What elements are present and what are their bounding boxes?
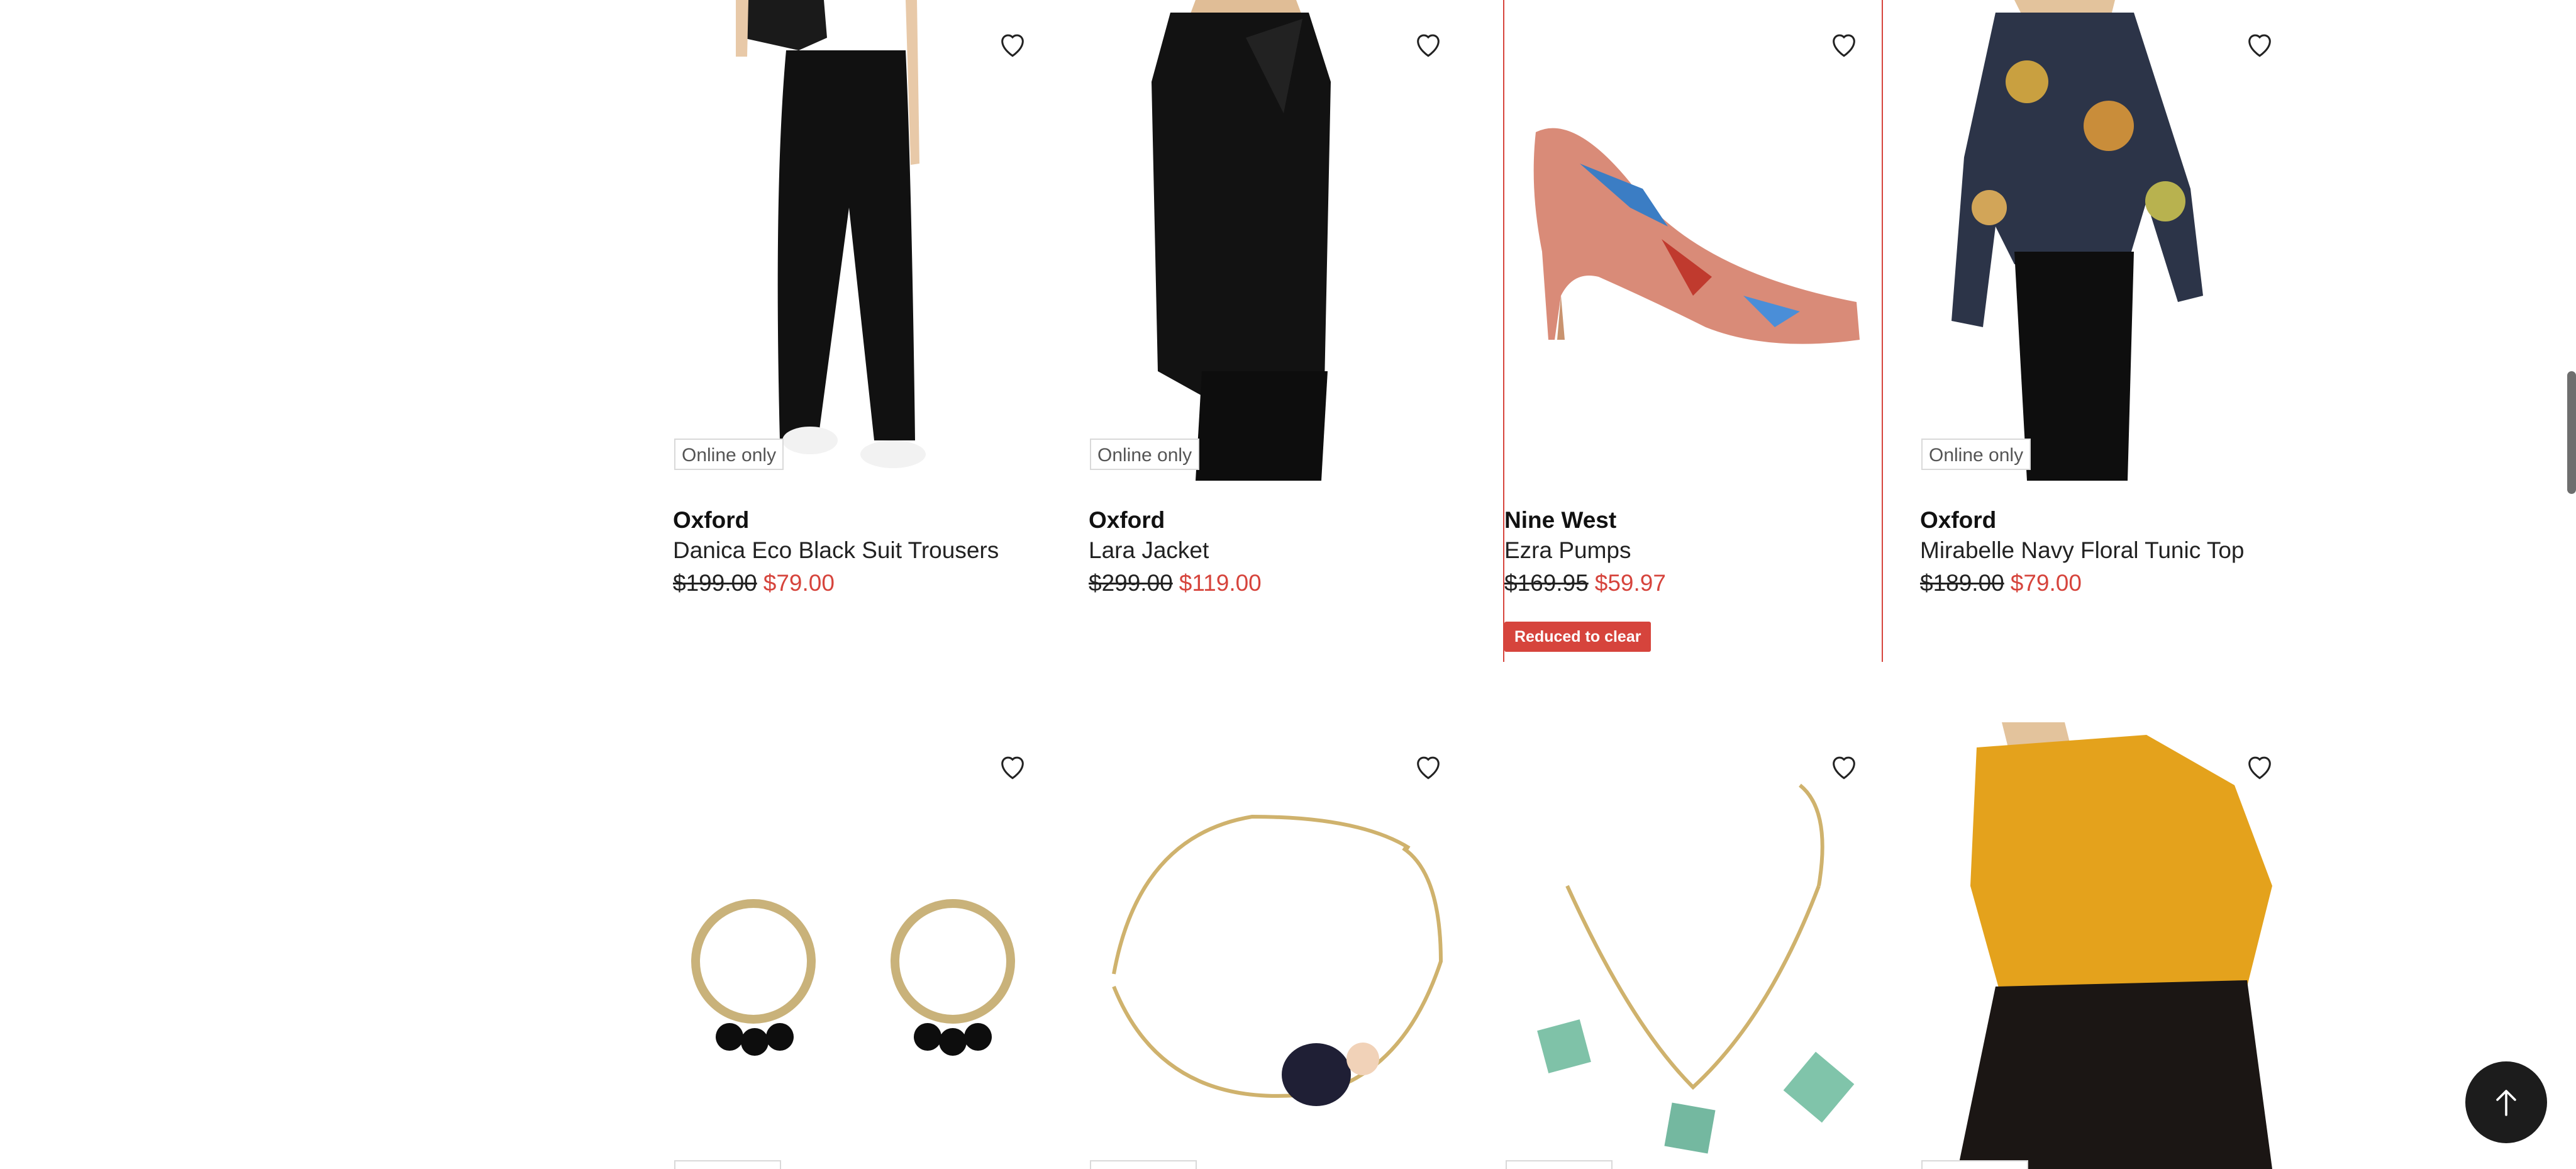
wishlist-button[interactable] [987, 741, 1038, 791]
heart-outline-icon [1833, 756, 1855, 780]
original-price: $199.00 [673, 570, 757, 596]
product-image[interactable] [1504, 722, 1882, 1169]
product-prices: $189.00 $79.00 [1920, 570, 2082, 596]
online-only-badge: Online only [1921, 439, 2031, 470]
original-price: $189.00 [1920, 570, 2004, 596]
original-price: $169.95 [1504, 570, 1589, 596]
product-card[interactable]: Nine West Ezra Pumps $169.95 $59.97 Reduc… [1503, 0, 1883, 662]
heart-outline-icon [1417, 34, 1440, 57]
product-brand: Nine West [1504, 507, 1617, 533]
product-card[interactable] [1920, 722, 2297, 1169]
product-name[interactable]: Danica Eco Black Suit Trousers [673, 537, 999, 564]
badge [1090, 1160, 1197, 1169]
product-prices: $169.95 $59.97 [1504, 570, 1666, 596]
product-image[interactable] [1504, 0, 1882, 481]
heart-outline-icon [1001, 34, 1024, 57]
product-card[interactable]: Online only Oxford Danica Eco Black Suit… [673, 0, 1050, 662]
product-card[interactable] [673, 722, 1050, 1169]
product-image[interactable] [1089, 0, 1466, 481]
back-to-top-button[interactable] [2465, 1061, 2547, 1143]
online-only-badge: Online only [674, 439, 784, 470]
product-name[interactable]: Ezra Pumps [1504, 537, 1631, 564]
heart-outline-icon [2248, 34, 2271, 57]
wishlist-button[interactable] [2235, 19, 2285, 69]
product-image[interactable] [1920, 0, 2297, 481]
wishlist-button[interactable] [2235, 741, 2285, 791]
product-name[interactable]: Mirabelle Navy Floral Tunic Top [1920, 537, 2244, 564]
sale-price: $59.97 [1594, 570, 1666, 596]
product-card[interactable]: Online only Oxford Mirabelle Navy Floral… [1920, 0, 2297, 662]
wishlist-button[interactable] [1819, 741, 1869, 791]
product-prices: $299.00 $119.00 [1089, 570, 1262, 596]
heart-outline-icon [1833, 34, 1855, 57]
heart-outline-icon [2248, 756, 2271, 780]
product-image[interactable] [673, 722, 1050, 1169]
original-price: $299.00 [1089, 570, 1173, 596]
product-card[interactable] [1504, 722, 1882, 1169]
product-brand: Oxford [1920, 507, 1997, 533]
sale-price: $79.00 [2010, 570, 2082, 596]
wishlist-button[interactable] [1403, 19, 1453, 69]
badge [674, 1160, 781, 1169]
sale-price: $119.00 [1179, 570, 1262, 596]
product-image[interactable] [673, 0, 1050, 481]
online-only-badge: Online only [1090, 439, 1200, 470]
wishlist-button[interactable] [1819, 19, 1869, 69]
scrollbar-thumb[interactable] [2567, 371, 2576, 494]
product-brand: Oxford [673, 507, 750, 533]
product-image[interactable] [1089, 722, 1466, 1169]
product-brand: Oxford [1089, 507, 1165, 533]
badge [1506, 1160, 1613, 1169]
arrow-up-icon [2496, 1090, 2516, 1116]
wishlist-button[interactable] [987, 19, 1038, 69]
wishlist-button[interactable] [1403, 741, 1453, 791]
sale-price: $79.00 [763, 570, 835, 596]
reduced-to-clear-tag: Reduced to clear [1504, 622, 1652, 652]
product-image[interactable] [1920, 722, 2297, 1169]
heart-outline-icon [1417, 756, 1440, 780]
badge [1921, 1160, 2028, 1169]
product-card[interactable]: Online only Oxford Lara Jacket $299.00 $1… [1089, 0, 1466, 662]
product-prices: $199.00 $79.00 [673, 570, 835, 596]
product-name[interactable]: Lara Jacket [1089, 537, 1209, 564]
product-card[interactable] [1089, 722, 1466, 1169]
heart-outline-icon [1001, 756, 1024, 780]
